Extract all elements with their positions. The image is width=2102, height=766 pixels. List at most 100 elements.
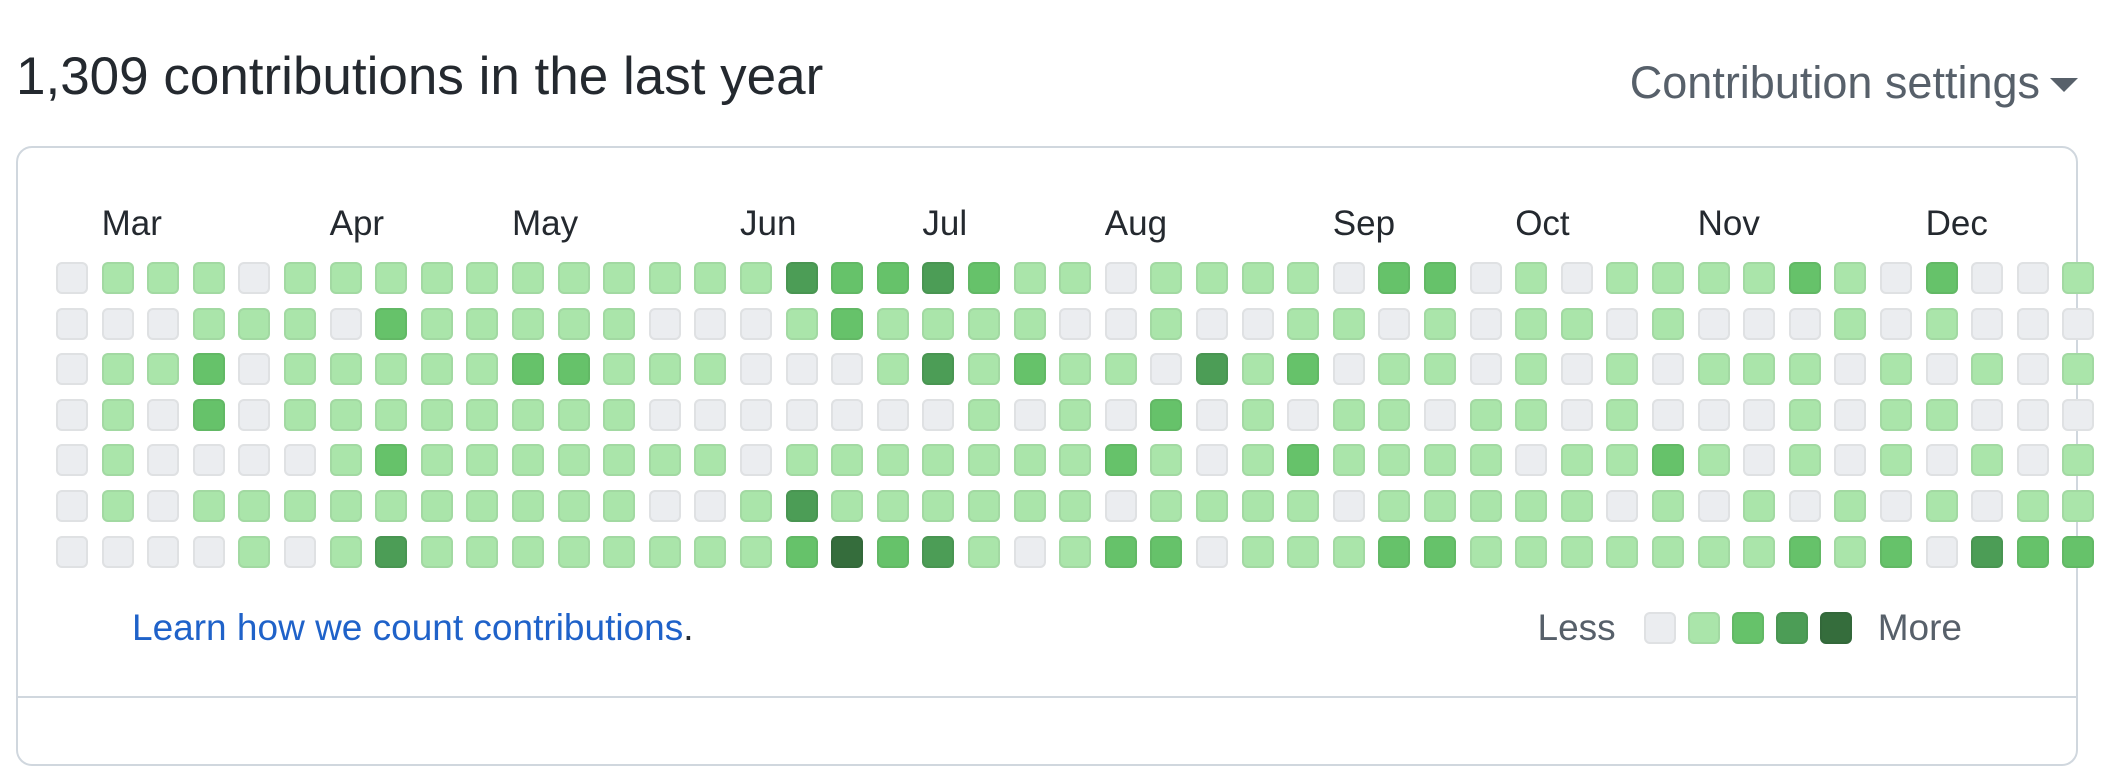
contribution-day-cell[interactable] <box>1743 353 1776 386</box>
contribution-day-cell[interactable] <box>1925 307 1958 340</box>
contribution-day-cell[interactable] <box>603 535 636 568</box>
contribution-day-cell[interactable] <box>56 535 88 568</box>
contribution-day-cell[interactable] <box>1287 535 1320 568</box>
contribution-day-cell[interactable] <box>2062 444 2095 477</box>
contribution-day-cell[interactable] <box>1834 398 1867 431</box>
contribution-day-cell[interactable] <box>329 262 362 294</box>
contribution-day-cell[interactable] <box>968 398 1000 431</box>
contribution-day-cell[interactable] <box>1378 353 1411 386</box>
contribution-day-cell[interactable] <box>420 307 453 340</box>
contribution-day-cell[interactable] <box>922 444 955 477</box>
contribution-day-cell[interactable] <box>512 398 544 431</box>
contribution-day-cell[interactable] <box>1515 490 1548 522</box>
contribution-day-cell[interactable] <box>876 398 909 431</box>
contribution-day-cell[interactable] <box>694 307 727 340</box>
contribution-day-cell[interactable] <box>1104 307 1137 340</box>
contribution-day-cell[interactable] <box>1606 490 1639 522</box>
contribution-day-cell[interactable] <box>466 398 499 431</box>
contribution-day-cell[interactable] <box>1880 353 1912 386</box>
contribution-day-cell[interactable] <box>1013 307 1046 340</box>
contribution-day-cell[interactable] <box>1971 307 2004 340</box>
contribution-day-cell[interactable] <box>1606 535 1639 568</box>
contribution-day-cell[interactable] <box>557 262 590 294</box>
contribution-day-cell[interactable] <box>1424 535 1456 568</box>
contribution-day-cell[interactable] <box>557 444 590 477</box>
contribution-day-cell[interactable] <box>1150 398 1183 431</box>
contribution-day-cell[interactable] <box>1834 490 1867 522</box>
contribution-day-cell[interactable] <box>740 535 772 568</box>
contribution-day-cell[interactable] <box>1834 444 1867 477</box>
contribution-day-cell[interactable] <box>329 535 362 568</box>
contribution-day-cell[interactable] <box>1560 535 1593 568</box>
contribution-day-cell[interactable] <box>147 398 180 431</box>
contribution-day-cell[interactable] <box>1834 307 1867 340</box>
contribution-day-cell[interactable] <box>420 490 453 522</box>
contribution-day-cell[interactable] <box>1652 307 1684 340</box>
contribution-day-cell[interactable] <box>1515 444 1548 477</box>
contribution-day-cell[interactable] <box>192 307 225 340</box>
contribution-day-cell[interactable] <box>1880 307 1912 340</box>
contribution-day-cell[interactable] <box>2062 535 2095 568</box>
contribution-day-cell[interactable] <box>1788 398 1821 431</box>
contribution-day-cell[interactable] <box>284 398 316 431</box>
contribution-day-cell[interactable] <box>1059 262 1092 294</box>
contribution-day-cell[interactable] <box>785 307 818 340</box>
contribution-day-cell[interactable] <box>1378 398 1411 431</box>
contribution-day-cell[interactable] <box>2016 307 2049 340</box>
contribution-day-cell[interactable] <box>1013 490 1046 522</box>
contribution-day-cell[interactable] <box>420 398 453 431</box>
contribution-day-cell[interactable] <box>1196 353 1228 386</box>
contribution-day-cell[interactable] <box>1925 262 1958 294</box>
contribution-day-cell[interactable] <box>1241 353 1274 386</box>
contribution-day-cell[interactable] <box>1196 444 1228 477</box>
contribution-day-cell[interactable] <box>1469 307 1502 340</box>
contribution-day-cell[interactable] <box>1424 307 1456 340</box>
contribution-day-cell[interactable] <box>420 535 453 568</box>
contribution-day-cell[interactable] <box>238 490 271 522</box>
contribution-day-cell[interactable] <box>1606 262 1639 294</box>
contribution-day-cell[interactable] <box>1515 535 1548 568</box>
contribution-day-cell[interactable] <box>1196 398 1228 431</box>
contribution-day-cell[interactable] <box>2062 353 2095 386</box>
contribution-day-cell[interactable] <box>1743 490 1776 522</box>
contribution-day-cell[interactable] <box>420 444 453 477</box>
contribution-day-cell[interactable] <box>512 535 544 568</box>
contribution-day-cell[interactable] <box>56 490 88 522</box>
contribution-day-cell[interactable] <box>1971 262 2004 294</box>
contribution-day-cell[interactable] <box>831 262 864 294</box>
contribution-day-cell[interactable] <box>466 535 499 568</box>
contribution-day-cell[interactable] <box>740 398 772 431</box>
contribution-day-cell[interactable] <box>466 262 499 294</box>
contribution-day-cell[interactable] <box>101 398 134 431</box>
contribution-day-cell[interactable] <box>238 307 271 340</box>
contribution-day-cell[interactable] <box>1424 353 1456 386</box>
contribution-day-cell[interactable] <box>375 307 408 340</box>
contribution-day-cell[interactable] <box>1059 398 1092 431</box>
contribution-day-cell[interactable] <box>2062 307 2095 340</box>
contribution-day-cell[interactable] <box>1287 262 1320 294</box>
contribution-day-cell[interactable] <box>1059 444 1092 477</box>
contribution-day-cell[interactable] <box>2016 262 2049 294</box>
contribution-day-cell[interactable] <box>147 307 180 340</box>
contribution-day-cell[interactable] <box>2062 398 2095 431</box>
contribution-day-cell[interactable] <box>1378 307 1411 340</box>
contribution-day-cell[interactable] <box>1469 535 1502 568</box>
contribution-day-cell[interactable] <box>1424 444 1456 477</box>
contribution-day-cell[interactable] <box>968 444 1000 477</box>
contribution-day-cell[interactable] <box>1971 444 2004 477</box>
contribution-day-cell[interactable] <box>876 490 909 522</box>
contribution-day-cell[interactable] <box>694 444 727 477</box>
contribution-day-cell[interactable] <box>466 490 499 522</box>
contribution-day-cell[interactable] <box>1332 353 1365 386</box>
contribution-day-cell[interactable] <box>1743 398 1776 431</box>
contribution-day-cell[interactable] <box>603 490 636 522</box>
contribution-day-cell[interactable] <box>1378 262 1411 294</box>
contribution-day-cell[interactable] <box>1104 490 1137 522</box>
contribution-day-cell[interactable] <box>1743 262 1776 294</box>
contribution-day-cell[interactable] <box>329 353 362 386</box>
contribution-day-cell[interactable] <box>831 444 864 477</box>
contribution-day-cell[interactable] <box>694 490 727 522</box>
contribution-day-cell[interactable] <box>375 490 408 522</box>
contribution-day-cell[interactable] <box>284 535 316 568</box>
contribution-day-cell[interactable] <box>785 398 818 431</box>
